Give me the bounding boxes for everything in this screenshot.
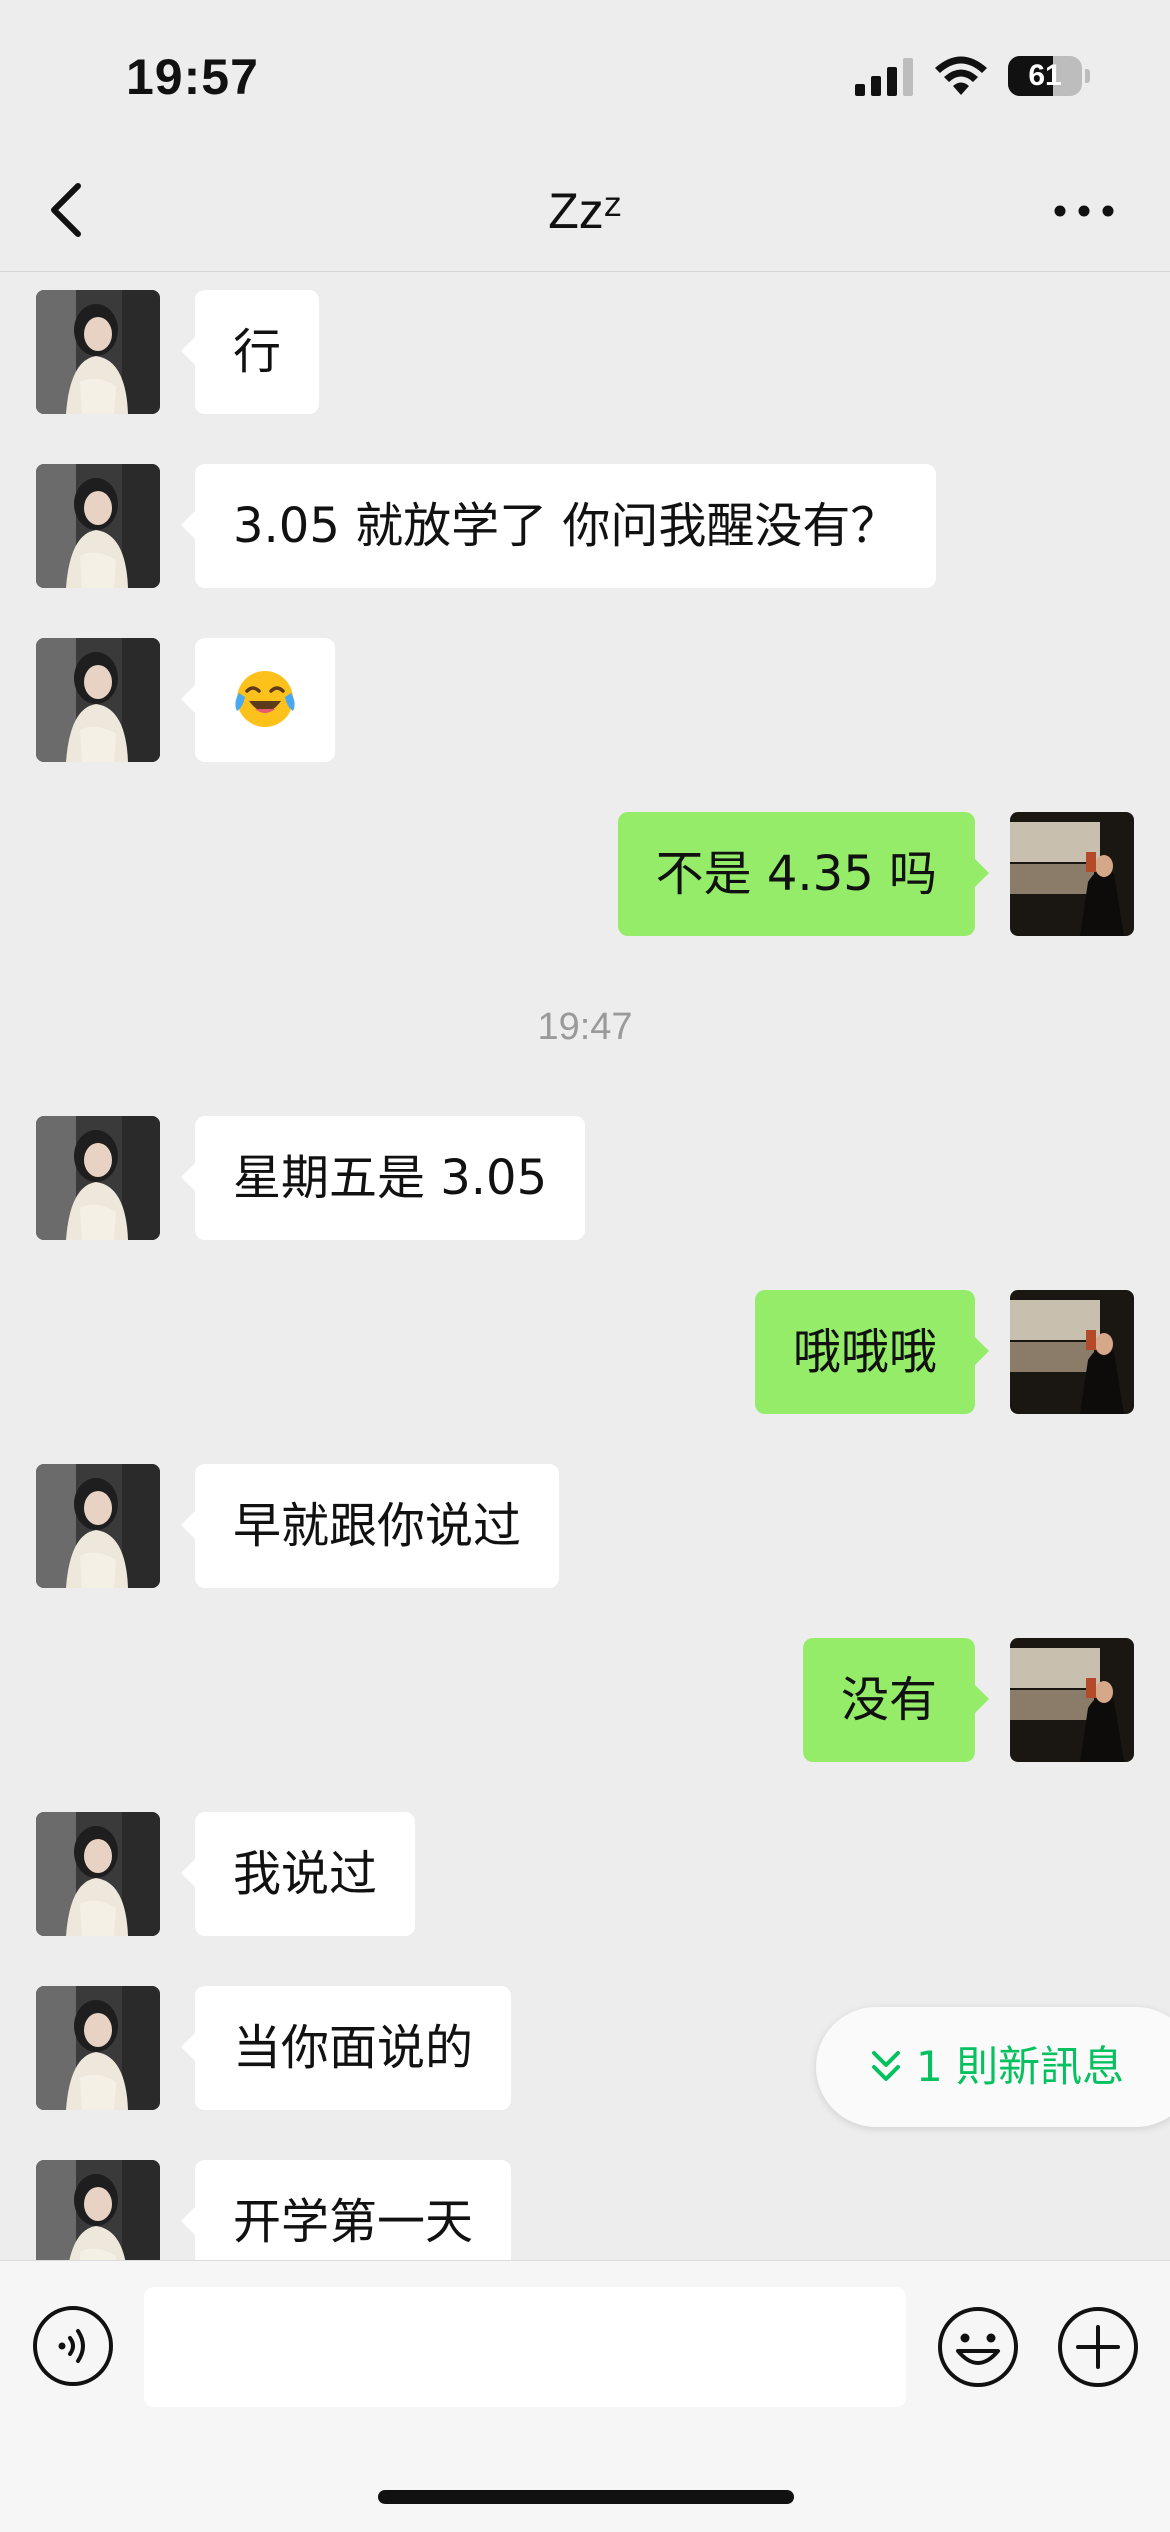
message-bubble[interactable]: 当你面说的 — [180, 1986, 512, 2110]
home-indicator[interactable] — [378, 2490, 794, 2504]
contact-avatar[interactable] — [36, 1116, 160, 1240]
battery-percent: 61 — [1028, 59, 1062, 92]
message-row: 没有 — [0, 1638, 1170, 1762]
contact-avatar[interactable] — [36, 2160, 160, 2260]
message-input[interactable] — [144, 2287, 906, 2407]
message-row: 我说过 — [0, 1812, 1170, 1936]
time-separator: 19:47 — [537, 1006, 633, 1048]
cellular-signal-icon — [855, 58, 913, 96]
message-list[interactable]: 行 3.05 就放学了 你问我醒没有？ 不是 4.35 吗 19:47 星期五是… — [0, 272, 1170, 2260]
contact-avatar[interactable] — [36, 290, 160, 414]
message-row: 行 — [0, 290, 1170, 414]
new-message-button[interactable]: 1 則新訊息 — [816, 2007, 1170, 2127]
smiley-icon[interactable] — [936, 2305, 1020, 2389]
message-bubble[interactable] — [181, 638, 335, 762]
chat-header: Zzᶻ — [0, 150, 1170, 272]
message-row: 3.05 就放学了 你问我醒没有？ — [0, 464, 1170, 588]
message-bubble[interactable]: 行 — [180, 290, 320, 414]
wifi-icon — [935, 56, 987, 95]
message-bubble[interactable]: 3.05 就放学了 你问我醒没有？ — [180, 464, 937, 588]
message-row: 开学第一天 — [0, 2160, 1170, 2260]
contact-avatar[interactable] — [36, 638, 160, 762]
more-dots-icon[interactable] — [1052, 194, 1116, 228]
message-bubble[interactable]: 不是 4.35 吗 — [617, 812, 990, 936]
message-bubble[interactable]: 早就跟你说过 — [180, 1464, 560, 1588]
new-message-label: 1 則新訊息 — [916, 2042, 1125, 2091]
contact-avatar[interactable] — [36, 1986, 160, 2110]
status-time: 19:57 — [126, 49, 259, 105]
user-avatar[interactable] — [1010, 812, 1134, 936]
contact-avatar[interactable] — [36, 1464, 160, 1588]
message-bubble[interactable]: 开学第一天 — [180, 2160, 512, 2260]
user-avatar[interactable] — [1010, 1638, 1134, 1762]
message-bubble[interactable]: 星期五是 3.05 — [180, 1116, 586, 1240]
plus-icon[interactable] — [1056, 2305, 1140, 2389]
message-row: 早就跟你说过 — [0, 1464, 1170, 1588]
message-bubble[interactable]: 我说过 — [180, 1812, 416, 1936]
message-bubble[interactable]: 没有 — [802, 1638, 990, 1762]
battery-icon: 61 — [1008, 56, 1090, 96]
voice-icon[interactable] — [32, 2305, 114, 2387]
crying-laughing-emoji-icon — [235, 671, 295, 727]
message-row: 哦哦哦 — [0, 1290, 1170, 1414]
contact-avatar[interactable] — [36, 1812, 160, 1936]
message-row: 不是 4.35 吗 — [0, 812, 1170, 936]
message-row — [0, 638, 1170, 762]
chat-title: Zzᶻ — [548, 183, 622, 239]
user-avatar[interactable] — [1010, 1290, 1134, 1414]
status-bar: 19:57 61 — [0, 0, 1170, 150]
message-bubble[interactable]: 哦哦哦 — [754, 1290, 990, 1414]
contact-avatar[interactable] — [36, 464, 160, 588]
double-chevron-down-icon — [872, 2051, 900, 2081]
message-row: 星期五是 3.05 — [0, 1116, 1170, 1240]
